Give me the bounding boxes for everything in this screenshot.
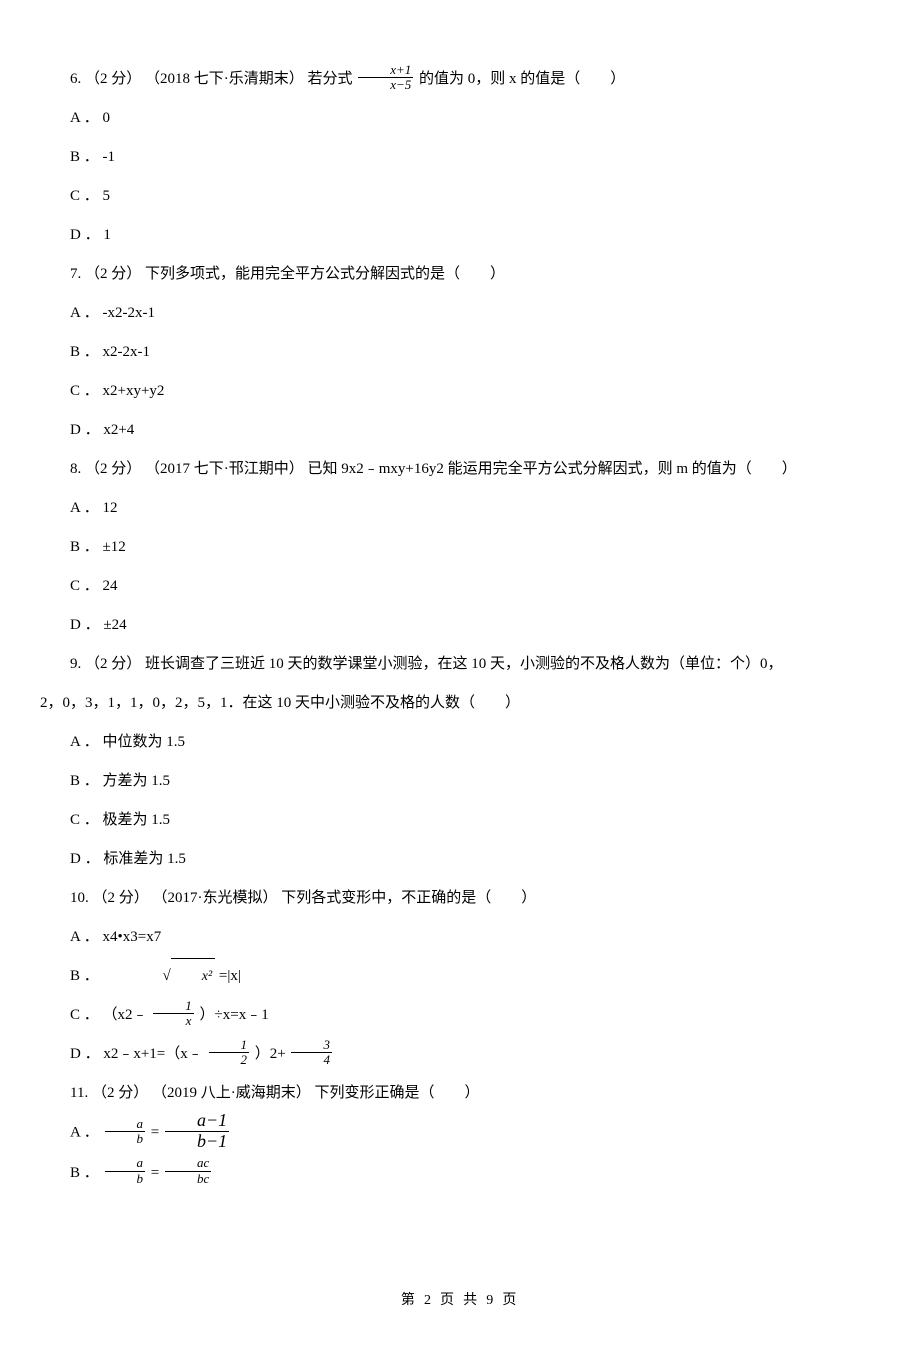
fraction-icon: x+1 x−5 xyxy=(358,63,413,93)
q6-option-b: B ． -1 xyxy=(40,138,880,177)
q10-d-f1-num: 1 xyxy=(209,1038,250,1053)
q10-c-after: ）÷x=x﹣1 xyxy=(200,1007,269,1023)
q9-stem-line2: 2，0，3，1，1，0，2，5，1．在这 10 天中小测验不及格的人数（ ） xyxy=(40,684,880,723)
fraction-icon: a−1 b−1 xyxy=(165,1111,229,1152)
q11-option-a: A ． a b = a−1 b−1 xyxy=(40,1113,880,1154)
q8-option-c: C ． 24 xyxy=(40,567,880,606)
page-footer: 第 2 页 共 9 页 xyxy=(40,1283,880,1319)
q7-stem: 7. （2 分） 下列多项式，能用完全平方公式分解因式的是（ ） xyxy=(40,255,880,294)
q10-c-num: 1 xyxy=(153,999,194,1014)
q6-stem: 6. （2 分） （2018 七下·乐清期末） 若分式 x+1 x−5 的值为 … xyxy=(40,60,880,99)
q6-stem-after: 的值为 0，则 x 的值是（ ） xyxy=(419,71,625,87)
q7-option-c: C ． x2+xy+y2 xyxy=(40,372,880,411)
fraction-icon: a b xyxy=(105,1156,146,1186)
q10-b-after: =|x| xyxy=(219,968,241,984)
question-8: 8. （2 分） （2017 七下·邗江期中） 已知 9x2﹣mxy+16y2 … xyxy=(40,450,880,645)
q8-option-b: B ． ±12 xyxy=(40,528,880,567)
q9-stem-line1: 9. （2 分） 班长调查了三班近 10 天的数学课堂小测验，在这 10 天，小… xyxy=(40,645,880,684)
q11-b-f1-num: a xyxy=(105,1156,146,1171)
q6-frac-den: x−5 xyxy=(358,78,413,92)
fraction-icon: ac bc xyxy=(165,1156,211,1186)
question-6: 6. （2 分） （2018 七下·乐清期末） 若分式 x+1 x−5 的值为 … xyxy=(40,60,880,255)
q11-a-eq: = xyxy=(151,1125,163,1141)
q11-b-f2-num: ac xyxy=(165,1156,211,1171)
q9-option-a: A ． 中位数为 1.5 xyxy=(40,723,880,762)
q10-b-sqrt: x² xyxy=(171,958,215,995)
fraction-icon: 1 x xyxy=(153,999,194,1029)
q9-option-d: D ． 标准差为 1.5 xyxy=(40,840,880,879)
q8-option-d: D ． ±24 xyxy=(40,606,880,645)
q11-a-f1-num: a xyxy=(105,1117,146,1132)
q11-a-f1-den: b xyxy=(105,1132,146,1146)
q10-c-den: x xyxy=(153,1014,194,1028)
q6-frac-num: x+1 xyxy=(358,63,413,78)
q6-option-a: A ． 0 xyxy=(40,99,880,138)
question-10: 10. （2 分） （2017·东光模拟） 下列各式变形中，不正确的是（ ） A… xyxy=(40,879,880,1074)
q11-a-f2-den: b−1 xyxy=(165,1132,229,1152)
q10-option-d: D ． x2﹣x+1=（x﹣ 1 2 ）2+ 3 4 xyxy=(40,1035,880,1074)
q10-option-b: B ． √x² =|x| xyxy=(40,957,880,996)
fraction-icon: 3 4 xyxy=(291,1038,332,1068)
q10-d-f2-num: 3 xyxy=(291,1038,332,1053)
radical-icon: √ xyxy=(133,957,171,996)
question-7: 7. （2 分） 下列多项式，能用完全平方公式分解因式的是（ ） A ． -x2… xyxy=(40,255,880,450)
q8-option-a: A ． 12 xyxy=(40,489,880,528)
q11-b-eq: = xyxy=(151,1165,163,1181)
q11-b-before: B ． xyxy=(70,1165,103,1181)
question-9: 9. （2 分） 班长调查了三班近 10 天的数学课堂小测验，在这 10 天，小… xyxy=(40,645,880,879)
q10-stem: 10. （2 分） （2017·东光模拟） 下列各式变形中，不正确的是（ ） xyxy=(40,879,880,918)
q9-option-c: C ． 极差为 1.5 xyxy=(40,801,880,840)
q10-d-f1-den: 2 xyxy=(209,1053,250,1067)
q7-option-d: D ． x2+4 xyxy=(40,411,880,450)
q11-option-b: B ． a b = ac bc xyxy=(40,1154,880,1193)
q7-option-a: A ． -x2-2x-1 xyxy=(40,294,880,333)
fraction-icon: a b xyxy=(105,1117,146,1147)
page-content: 6. （2 分） （2018 七下·乐清期末） 若分式 x+1 x−5 的值为 … xyxy=(0,0,920,1359)
q10-option-c: C ． （x2﹣ 1 x ）÷x=x﹣1 xyxy=(40,996,880,1035)
q11-a-f2-num: a−1 xyxy=(165,1111,229,1132)
q11-b-f2-den: bc xyxy=(165,1172,211,1186)
question-11: 11. （2 分） （2019 八上·威海期末） 下列变形正确是（ ） A ． … xyxy=(40,1074,880,1193)
q11-stem: 11. （2 分） （2019 八上·威海期末） 下列变形正确是（ ） xyxy=(40,1074,880,1113)
fraction-icon: 1 2 xyxy=(209,1038,250,1068)
q10-b-before: B ． xyxy=(70,968,103,984)
q6-option-d: D ． 1 xyxy=(40,216,880,255)
q10-d-before: D ． x2﹣x+1=（x﹣ xyxy=(70,1046,207,1062)
q10-d-f2-den: 4 xyxy=(291,1053,332,1067)
q7-option-b: B ． x2-2x-1 xyxy=(40,333,880,372)
q8-stem: 8. （2 分） （2017 七下·邗江期中） 已知 9x2﹣mxy+16y2 … xyxy=(40,450,880,489)
q11-a-before: A ． xyxy=(70,1125,103,1141)
q9-option-b: B ． 方差为 1.5 xyxy=(40,762,880,801)
q10-d-mid: ）2+ xyxy=(255,1046,290,1062)
q11-b-f1-den: b xyxy=(105,1172,146,1186)
q10-option-a: A ． x4•x3=x7 xyxy=(40,918,880,957)
q6-option-c: C ． 5 xyxy=(40,177,880,216)
q6-stem-before: 6. （2 分） （2018 七下·乐清期末） 若分式 xyxy=(70,71,356,87)
sqrt-icon: √x² xyxy=(103,957,216,996)
q10-c-before: C ． （x2﹣ xyxy=(70,1007,151,1023)
